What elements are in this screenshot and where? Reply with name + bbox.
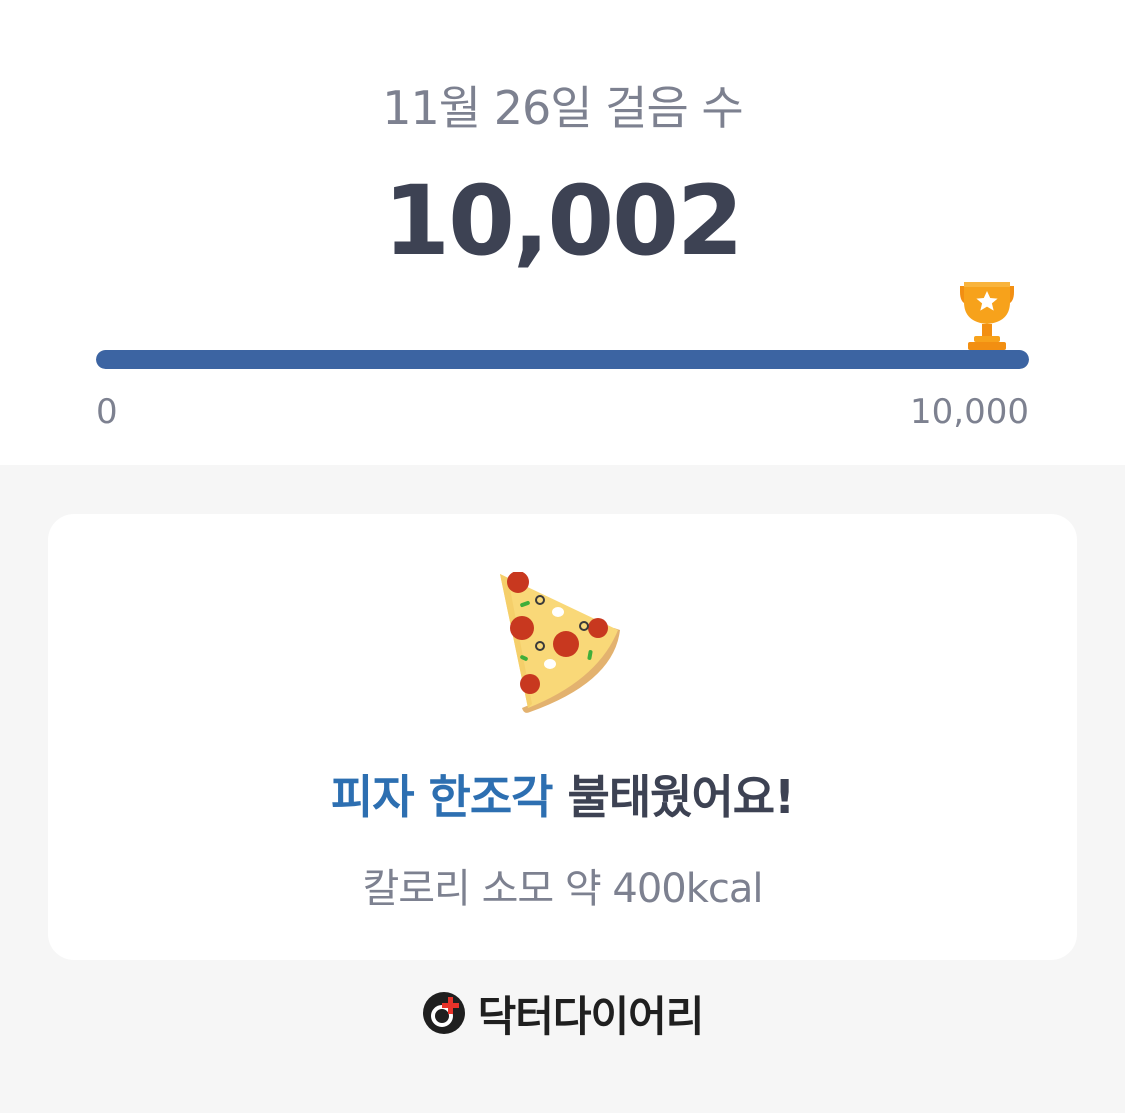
progress-max-label: 10,000 bbox=[910, 392, 1029, 432]
doctor-diary-logo-icon bbox=[422, 992, 465, 1034]
brand-footer: 닥터다이어리 bbox=[0, 988, 1125, 1041]
trophy-icon bbox=[960, 282, 1014, 350]
brand-name: 닥터다이어리 bbox=[477, 991, 705, 1041]
step-progress-bar bbox=[96, 350, 1029, 369]
step-progress-fill bbox=[96, 350, 1029, 369]
steps-date-title: 11월 26일 걸음 수 bbox=[382, 81, 744, 135]
pizza-slice-icon bbox=[500, 572, 620, 713]
calorie-burn-text: 칼로리 소모 약 400kcal bbox=[362, 866, 763, 912]
steps-section: 11월 26일 걸음 수 10,002 0 10,000 bbox=[0, 0, 1125, 465]
step-count-value: 10,002 bbox=[383, 165, 743, 277]
burn-message: 피자 한조각 불태웠어요! bbox=[48, 761, 1077, 827]
burn-message-rest: 불태웠어요! bbox=[552, 770, 796, 824]
burn-message-highlight: 피자 한조각 bbox=[330, 770, 554, 824]
progress-min-label: 0 bbox=[96, 392, 118, 432]
calorie-burn-card: 피자 한조각 불태웠어요! 칼로리 소모 약 400kcal bbox=[48, 514, 1077, 960]
